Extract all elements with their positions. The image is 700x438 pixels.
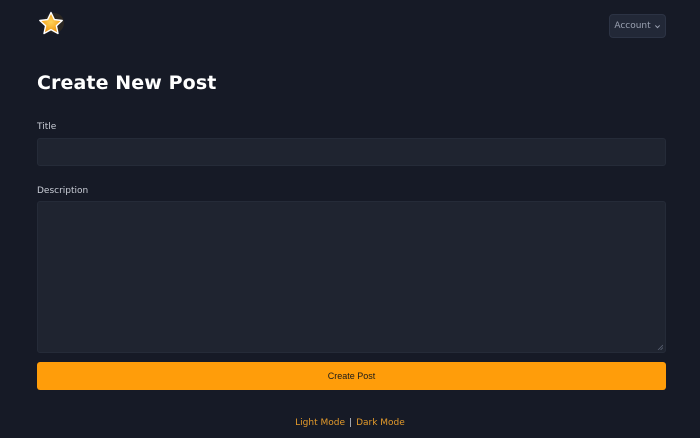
- account-label: Account: [614, 21, 651, 31]
- account-menu-button[interactable]: Account: [609, 14, 666, 38]
- page-title: Create New Post: [37, 72, 217, 94]
- chevron-down-icon: [654, 24, 660, 28]
- create-post-button[interactable]: Create Post: [37, 362, 666, 390]
- resize-handle-icon[interactable]: [657, 344, 663, 350]
- theme-switcher: Light Mode | Dark Mode: [0, 418, 700, 428]
- title-label: Title: [37, 122, 57, 132]
- description-textarea[interactable]: [37, 201, 666, 353]
- page: Account Create New Post Title Descriptio…: [0, 0, 700, 438]
- description-label: Description: [37, 186, 89, 196]
- light-mode-link[interactable]: Light Mode: [295, 418, 345, 428]
- dark-mode-link[interactable]: Dark Mode: [356, 418, 405, 428]
- title-input[interactable]: [37, 138, 666, 166]
- star-icon[interactable]: [38, 11, 64, 37]
- separator: |: [349, 418, 353, 428]
